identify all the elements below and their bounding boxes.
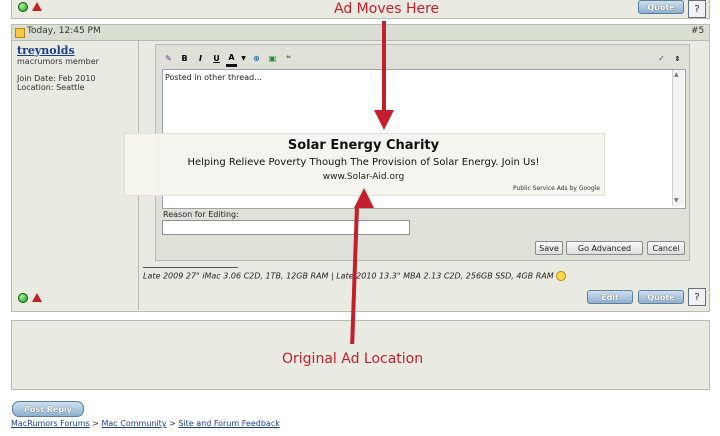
quote-button-label: Quote: [647, 292, 675, 302]
image-icon[interactable]: ▣: [266, 52, 279, 65]
edit-button-label: Edit: [601, 292, 619, 302]
multiquote-icon[interactable]: ?: [688, 288, 706, 306]
quote-button[interactable]: Quote: [638, 290, 684, 304]
font-color-button[interactable]: A: [226, 51, 237, 67]
post-number-link[interactable]: #5: [691, 26, 704, 36]
annotation-original-ad-location: Original Ad Location: [282, 351, 424, 367]
resize-icon[interactable]: ⇕: [671, 52, 684, 65]
signature-divider: [143, 267, 238, 268]
chevron-down-icon[interactable]: ▼: [240, 52, 247, 65]
remove-format-icon[interactable]: ✎: [162, 52, 175, 65]
go-advanced-button[interactable]: Go Advanced: [566, 241, 643, 255]
signature-line: Late 2009 27" iMac 3.06 C2D, 1TB, 12GB R…: [143, 271, 554, 281]
post-timestamp: Today, 12:45 PM: [27, 26, 101, 36]
smiley-icon: [556, 271, 567, 281]
edit-button[interactable]: Edit: [587, 290, 633, 304]
report-post-icon[interactable]: [32, 2, 42, 11]
multiquote-icon[interactable]: ?: [688, 0, 706, 18]
spellcheck-icon[interactable]: ✓: [655, 52, 668, 65]
post-reply-button[interactable]: Post Reply: [12, 401, 84, 417]
reason-label: Reason for Editing:: [163, 210, 239, 219]
reason-input[interactable]: [162, 220, 410, 235]
arrow-head-down-icon: [374, 110, 394, 130]
annotation-arrow-down: [382, 21, 386, 117]
user-title: macrumors member: [17, 57, 99, 66]
message-text: Posted in other thread...: [165, 73, 262, 82]
ad-url[interactable]: www.Solar-Aid.org: [124, 172, 603, 182]
online-status-icon: [18, 293, 28, 303]
textarea-scrollbar[interactable]: [672, 70, 684, 206]
breadcrumb-link-home[interactable]: MacRumors Forums: [11, 419, 90, 428]
post-icon: [15, 28, 25, 38]
breadcrumb-separator: >: [92, 419, 99, 428]
breadcrumb-link-community[interactable]: Mac Community: [102, 419, 167, 428]
breadcrumb-separator: >: [169, 419, 176, 428]
italic-button[interactable]: I: [194, 52, 207, 65]
scroll-down-icon[interactable]: ▼: [674, 197, 679, 204]
online-status-icon: [18, 2, 28, 12]
user-location: Location: Seattle: [17, 83, 85, 92]
cancel-button[interactable]: Cancel: [647, 241, 685, 255]
quote-button-prev[interactable]: Quote: [638, 0, 684, 14]
breadcrumb-link-feedback[interactable]: Site and Forum Feedback: [178, 419, 280, 428]
underline-button[interactable]: U: [210, 52, 223, 65]
ad-footer[interactable]: Public Service Ads by Google: [470, 185, 600, 192]
report-post-icon[interactable]: [32, 293, 42, 302]
save-button[interactable]: Save: [535, 241, 563, 255]
link-icon[interactable]: ⊕: [250, 52, 263, 65]
breadcrumb: MacRumors Forums > Mac Community > Site …: [11, 419, 280, 428]
editor-toolbar: ✎ B I U A ▼ ⊕ ▣ ❝: [162, 50, 684, 67]
join-date: Join Date: Feb 2010: [17, 74, 96, 83]
annotation-ad-moves-here: Ad Moves Here: [334, 1, 440, 17]
post-reply-label: Post Reply: [24, 404, 72, 414]
arrow-head-up-icon: [354, 188, 374, 208]
ad-description: Helping Relieve Poverty Though The Provi…: [187, 157, 540, 168]
ad-title[interactable]: Solar Energy Charity: [124, 138, 603, 153]
post-header-bar: [11, 24, 710, 41]
username-link[interactable]: treynolds: [17, 44, 75, 57]
quote-button-label: Quote: [647, 2, 675, 12]
bold-button[interactable]: B: [178, 52, 191, 65]
quote-icon[interactable]: ❝: [282, 52, 295, 65]
scroll-up-icon[interactable]: ▲: [674, 71, 679, 78]
